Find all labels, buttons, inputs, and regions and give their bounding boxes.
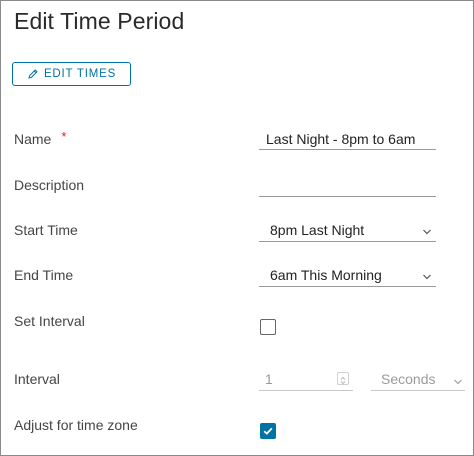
pencil-icon: [27, 68, 39, 80]
interval-unit-select[interactable]: Seconds: [371, 367, 465, 391]
start-time-value: 8pm Last Night: [270, 221, 365, 238]
start-time-label: Start Time: [14, 222, 78, 238]
required-indicator: *: [61, 129, 67, 144]
name-label-text: Name: [14, 131, 52, 147]
dialog-title: Edit Time Period: [14, 8, 185, 34]
adjust-time-zone-checkbox[interactable]: [260, 423, 276, 439]
chevron-down-icon: [453, 374, 463, 385]
set-interval-checkbox[interactable]: [260, 319, 276, 335]
description-label: Description: [14, 177, 85, 193]
description-input[interactable]: [259, 175, 436, 197]
edit-times-button[interactable]: EDIT TIMES: [12, 62, 131, 86]
interval-value: 1: [265, 370, 273, 387]
set-interval-label: Set Interval: [14, 313, 85, 329]
spinner-icon[interactable]: [337, 372, 349, 385]
interval-number-input[interactable]: 1: [259, 367, 353, 391]
name-label: Name *: [14, 129, 67, 147]
edit-time-period-dialog: Edit Time Period EDIT TIMES Name * Descri…: [0, 0, 474, 456]
chevron-down-icon: [422, 224, 432, 235]
adjust-time-zone-label: Adjust for time zone: [14, 417, 138, 433]
interval-label: Interval: [14, 371, 60, 387]
checkmark-icon: [262, 425, 274, 437]
start-time-select[interactable]: 8pm Last Night: [259, 218, 436, 242]
name-input[interactable]: [259, 128, 436, 150]
end-time-label: End Time: [14, 267, 74, 283]
end-time-value: 6am This Morning: [270, 266, 382, 283]
chevron-down-icon: [422, 269, 432, 280]
edit-times-label: EDIT TIMES: [43, 68, 117, 80]
interval-unit-value: Seconds: [381, 370, 436, 387]
end-time-select[interactable]: 6am This Morning: [259, 263, 436, 287]
